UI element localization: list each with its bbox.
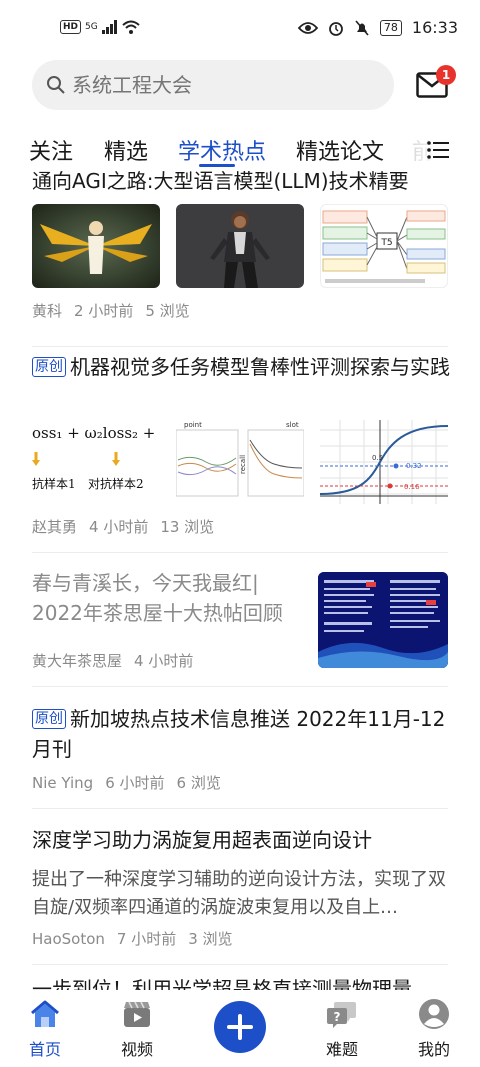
article-author[interactable]: 黄科	[32, 302, 62, 320]
divider	[32, 346, 448, 347]
article-meta: HaoSoton 7 小时前 3 浏览	[32, 928, 245, 949]
article-views: 3 浏览	[188, 930, 233, 948]
article-title-wrap[interactable]: 原创 机器视觉多任务模型鲁棒性评测探索与实践	[32, 352, 450, 412]
tab-featured[interactable]: 精选	[104, 134, 148, 166]
article-author[interactable]: 赵其勇	[32, 518, 77, 536]
t5-diagram-thumbnail[interactable]: T5	[320, 204, 448, 288]
eye-icon	[297, 21, 318, 34]
loss-formula-text: oss₁ + ω₂loss₂ + ·	[32, 424, 160, 442]
article-author[interactable]: HaoSoton	[32, 930, 105, 948]
wifi-icon	[122, 20, 140, 34]
search-icon	[47, 76, 65, 94]
bottom-nav: 首页 视频 ? 难题 我的	[0, 990, 480, 1067]
loss-formula-thumbnail[interactable]: oss₁ + ω₂loss₂ + · 抗样本1 对抗样本2	[32, 420, 160, 504]
publish-button[interactable]	[214, 1001, 266, 1053]
divider	[32, 964, 448, 965]
original-tag: 原创	[32, 709, 66, 729]
chart-value-mid: 0.5	[372, 454, 383, 462]
video-icon	[124, 1001, 150, 1027]
article-time: 2 小时前	[74, 302, 134, 320]
article-title[interactable]: 机器视觉多任务模型鲁棒性评测探索与实践	[70, 355, 450, 379]
tab-featured-papers[interactable]: 精选论文	[296, 134, 384, 166]
question-bubble-icon: ?	[327, 1002, 356, 1028]
active-tab-indicator	[199, 164, 235, 167]
nav-video[interactable]: 视频	[107, 990, 167, 1060]
article-title[interactable]: 深度学习助力涡旋复用超表面逆向设计	[32, 825, 450, 855]
search-input[interactable]	[72, 73, 372, 97]
clock: 16:33	[411, 18, 458, 37]
nav-label-video: 视频	[120, 1040, 153, 1059]
article-title[interactable]: 春与青溪长，今天我最红| 2022年茶思屋十大热帖回顾	[32, 568, 304, 628]
divider	[32, 552, 448, 553]
sigmoid-chart-thumbnail[interactable]: 0.32 0.16 0.5	[320, 420, 448, 504]
article-meta: 赵其勇 4 小时前 13 浏览	[32, 516, 226, 537]
article-views: 13 浏览	[160, 518, 215, 536]
status-left: HD 5G	[60, 20, 140, 34]
profile-icon	[419, 999, 449, 1029]
article-author[interactable]: 黄大年茶思屋	[32, 652, 122, 670]
svg-text:?: ?	[334, 1010, 341, 1024]
nav-profile[interactable]: 我的	[404, 990, 464, 1060]
article-summary: 提出了一种深度学习辅助的逆向设计方法，实现了双自旋/双频率四通道的涡旋波束复用以…	[32, 869, 446, 918]
article-title[interactable]: 新加坡热点技术信息推送 2022年11月-12月刊	[32, 707, 445, 761]
sample-2-label: 对抗样本2	[88, 476, 144, 491]
divider	[32, 686, 448, 687]
svg-text:T5: T5	[380, 238, 392, 248]
tab-menu-icon[interactable]	[427, 140, 449, 160]
article-views: 5 浏览	[145, 302, 190, 320]
chart-label-slot: slot	[286, 421, 299, 429]
article-title[interactable]: 一步到位！利用光学超晶格直接测量物理量	[32, 974, 450, 990]
article-views: 6 浏览	[176, 774, 221, 792]
article-feed: 通向AGI之路:大型语言模型(LLM)技术精要 T5 黄科 2 小时前 5 浏览…	[0, 170, 480, 990]
nav-label-profile: 我的	[417, 1040, 450, 1059]
alarm-icon	[328, 21, 343, 36]
chart-value-a: 0.32	[406, 462, 422, 470]
battery-indicator: 78	[379, 19, 402, 36]
article-meta: Nie Ying 6 小时前 6 浏览	[32, 772, 233, 793]
nav-questions[interactable]: ? 难题	[312, 990, 372, 1060]
hd-indicator: HD	[60, 20, 82, 34]
tab-academic-hot[interactable]: 学术热点	[178, 134, 266, 166]
original-tag: 原创	[32, 357, 66, 377]
article-title[interactable]: 通向AGI之路:大型语言模型(LLM)技术精要	[32, 170, 450, 196]
signal-icon	[101, 20, 117, 34]
mail-badge: 1	[436, 65, 456, 85]
network-label: 5G	[85, 22, 98, 32]
article-author[interactable]: Nie Ying	[32, 774, 93, 792]
nav-home[interactable]: 首页	[15, 990, 75, 1060]
article-time: 4 小时前	[89, 518, 149, 536]
article-meta: 黄科 2 小时前 5 浏览	[32, 300, 202, 321]
article-time: 7 小时前	[116, 930, 177, 948]
status-right: 78 16:33	[297, 18, 458, 37]
recall-axis-label: recall	[239, 455, 247, 474]
article-time: 4 小时前	[134, 652, 194, 670]
mercy-render-thumbnail[interactable]	[32, 204, 160, 288]
mute-bell-icon	[355, 19, 369, 36]
nav-label-questions: 难题	[325, 1040, 358, 1059]
recall-chart-thumbnail[interactable]: point slot recall	[176, 420, 304, 504]
search-bar[interactable]	[32, 60, 394, 110]
tea-house-slide-thumbnail[interactable]	[318, 572, 448, 668]
chart-value-b: 0.16	[404, 483, 420, 491]
female-character-render-thumbnail[interactable]	[176, 204, 304, 288]
chart-label-point: point	[184, 421, 202, 429]
article-time: 6 小时前	[105, 774, 165, 792]
article-title-wrap[interactable]: 原创 新加坡热点技术信息推送 2022年11月-12月刊	[32, 704, 450, 764]
tab-follow[interactable]: 关注	[29, 134, 73, 166]
plus-icon	[227, 1014, 253, 1040]
article-meta: 黄大年茶思屋 4 小时前	[32, 650, 205, 671]
divider	[32, 808, 448, 809]
home-icon	[31, 1000, 59, 1027]
status-bar: HD 5G 78 16:33	[0, 0, 480, 58]
nav-label-home: 首页	[28, 1040, 61, 1059]
sample-1-label: 抗样本1	[32, 476, 76, 491]
